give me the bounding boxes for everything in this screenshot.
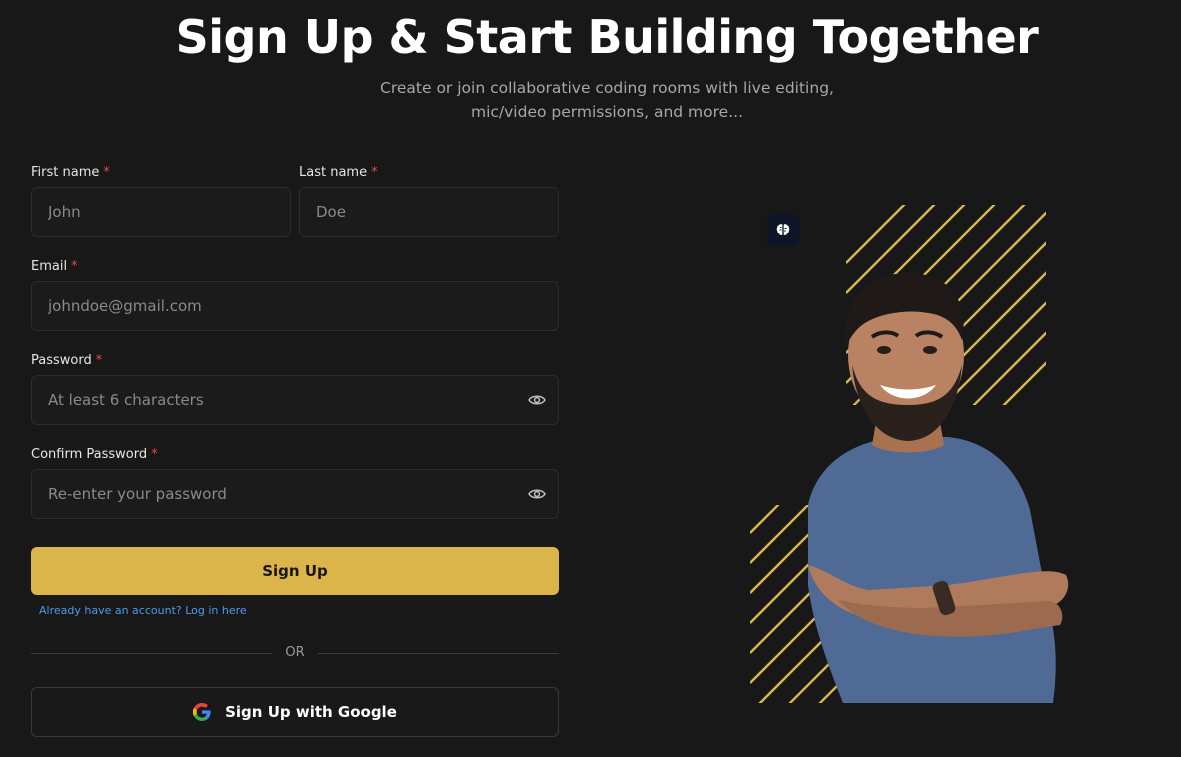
eye-icon[interactable] <box>526 391 548 409</box>
required-marker: * <box>95 353 103 368</box>
or-divider-text: OR <box>285 645 305 660</box>
google-icon <box>193 703 211 721</box>
page-subtitle: Create or join collaborative coding room… <box>380 79 834 121</box>
last-name-input[interactable] <box>299 187 559 237</box>
login-link[interactable]: Already have an account? Log in here <box>39 603 247 619</box>
google-button-label: Sign Up with Google <box>225 703 397 721</box>
sign-up-button[interactable]: Sign Up <box>31 547 559 595</box>
email-label: Email * <box>31 259 78 274</box>
password-label: Password * <box>31 353 103 368</box>
hero-illustration <box>750 205 1069 703</box>
last-name-label: Last name * <box>299 165 378 180</box>
confirm-password-input[interactable] <box>31 469 559 519</box>
divider-right <box>318 653 559 654</box>
eye-icon[interactable] <box>526 485 548 503</box>
required-marker: * <box>103 165 110 180</box>
required-marker: * <box>151 447 158 462</box>
required-marker: * <box>371 165 378 180</box>
email-input[interactable] <box>31 281 559 331</box>
person-photo <box>808 273 1069 703</box>
required-marker: * <box>71 259 78 274</box>
confirm-password-label: Confirm Password * <box>31 447 158 462</box>
password-input[interactable] <box>31 375 559 425</box>
first-name-label: First name * <box>31 165 110 180</box>
page-title: Sign Up & Start Building Together <box>175 10 1039 64</box>
first-name-input[interactable] <box>31 187 291 237</box>
google-sign-up-button[interactable]: Sign Up with Google <box>31 687 559 737</box>
divider-left <box>31 653 272 654</box>
